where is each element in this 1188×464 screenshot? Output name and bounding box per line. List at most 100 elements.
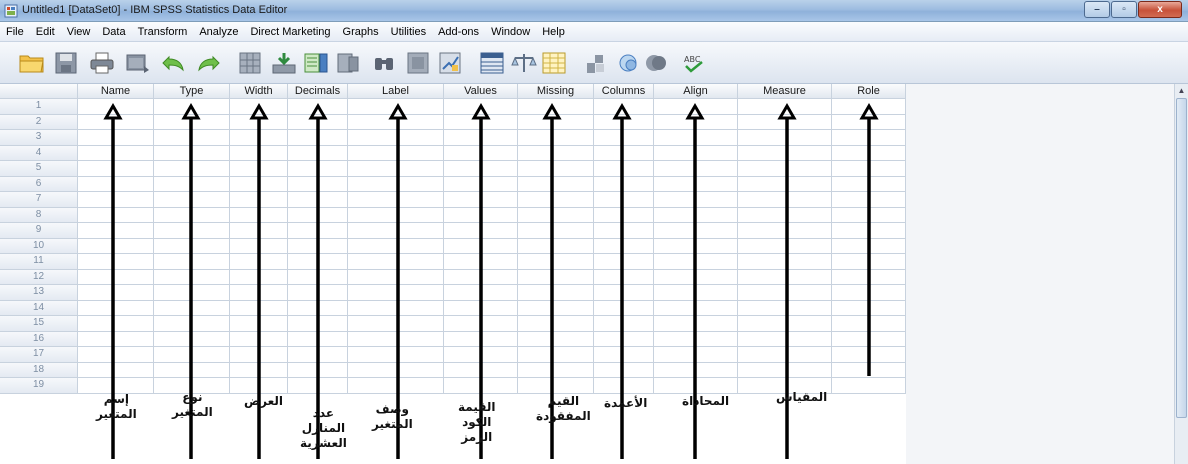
grid-cell[interactable] xyxy=(832,223,906,239)
grid-cell[interactable] xyxy=(654,316,738,332)
grid-cell[interactable] xyxy=(78,99,154,115)
grid-cell[interactable] xyxy=(230,316,288,332)
grid-cell[interactable] xyxy=(348,331,444,347)
grid-cell[interactable] xyxy=(832,161,906,177)
grid-cell[interactable] xyxy=(738,285,832,301)
grid-cell[interactable] xyxy=(738,269,832,285)
grid-cell[interactable] xyxy=(288,145,348,161)
grid-cell[interactable] xyxy=(594,223,654,239)
grid-cell[interactable] xyxy=(444,192,518,208)
grid-cell[interactable] xyxy=(230,207,288,223)
grid-cell[interactable] xyxy=(348,316,444,332)
grid-cell[interactable] xyxy=(288,300,348,316)
grid-cell[interactable] xyxy=(230,114,288,130)
grid-cell[interactable] xyxy=(348,254,444,270)
grid-cell[interactable] xyxy=(518,254,594,270)
grid-cell[interactable] xyxy=(654,300,738,316)
grid-cell[interactable] xyxy=(832,331,906,347)
column-header-align[interactable]: Align xyxy=(654,84,738,99)
grid-cell[interactable] xyxy=(594,161,654,177)
grid-cell[interactable] xyxy=(230,99,288,115)
grid-cell[interactable] xyxy=(654,362,738,378)
row-header[interactable]: 6 xyxy=(0,176,78,192)
grid-cell[interactable] xyxy=(288,362,348,378)
vertical-scrollbar[interactable]: ▲ xyxy=(1174,84,1188,464)
save-icon[interactable] xyxy=(52,49,80,77)
find-icon[interactable] xyxy=(370,49,398,77)
row-header[interactable]: 9 xyxy=(0,223,78,239)
grid-cell[interactable] xyxy=(348,207,444,223)
grid-cell[interactable] xyxy=(444,238,518,254)
grid-cell[interactable] xyxy=(348,176,444,192)
grid-cell[interactable] xyxy=(348,378,444,394)
grid-cell[interactable] xyxy=(518,269,594,285)
grid-cell[interactable] xyxy=(738,347,832,363)
grid-cell[interactable] xyxy=(594,145,654,161)
menu-graphs[interactable]: Graphs xyxy=(337,22,385,42)
grid-cell[interactable] xyxy=(444,269,518,285)
grid-cell[interactable] xyxy=(518,130,594,146)
split-file-icon[interactable] xyxy=(478,49,506,77)
grid-cell[interactable] xyxy=(654,331,738,347)
row-header[interactable]: 1 xyxy=(0,99,78,115)
grid-cell[interactable] xyxy=(832,362,906,378)
grid-cell[interactable] xyxy=(594,285,654,301)
grid-cell[interactable] xyxy=(518,145,594,161)
menu-transform[interactable]: Transform xyxy=(132,22,194,42)
grid-cell[interactable] xyxy=(348,192,444,208)
grid-cell[interactable] xyxy=(78,347,154,363)
grid-cell[interactable] xyxy=(78,176,154,192)
grid-cell[interactable] xyxy=(154,362,230,378)
grid-cell[interactable] xyxy=(594,362,654,378)
grid-cell[interactable] xyxy=(154,269,230,285)
menu-utilities[interactable]: Utilities xyxy=(385,22,432,42)
menu-analyze[interactable]: Analyze xyxy=(193,22,244,42)
value-labels-icon[interactable] xyxy=(584,49,612,77)
grid-cell[interactable] xyxy=(518,114,594,130)
grid-cell[interactable] xyxy=(444,207,518,223)
grid-cell[interactable] xyxy=(832,285,906,301)
grid-cell[interactable] xyxy=(78,192,154,208)
row-header[interactable]: 15 xyxy=(0,316,78,332)
grid-cell[interactable] xyxy=(78,362,154,378)
variables-icon[interactable] xyxy=(302,49,330,77)
grid-cell[interactable] xyxy=(654,130,738,146)
menu-help[interactable]: Help xyxy=(536,22,571,42)
grid-cell[interactable] xyxy=(738,254,832,270)
grid-cell[interactable] xyxy=(154,285,230,301)
grid-cell[interactable] xyxy=(518,99,594,115)
grid-cell[interactable] xyxy=(444,347,518,363)
grid-cell[interactable] xyxy=(230,145,288,161)
grid-cell[interactable] xyxy=(78,207,154,223)
grid-cell[interactable] xyxy=(348,285,444,301)
grid-cell[interactable] xyxy=(832,300,906,316)
row-header[interactable]: 11 xyxy=(0,254,78,270)
grid-cell[interactable] xyxy=(230,300,288,316)
grid-cell[interactable] xyxy=(654,145,738,161)
row-header[interactable]: 10 xyxy=(0,238,78,254)
grid-cell[interactable] xyxy=(594,378,654,394)
row-header[interactable]: 7 xyxy=(0,192,78,208)
column-header-decimals[interactable]: Decimals xyxy=(288,84,348,99)
grid-cell[interactable] xyxy=(518,347,594,363)
grid-cell[interactable] xyxy=(654,192,738,208)
grid-cell[interactable] xyxy=(654,347,738,363)
grid-cell[interactable] xyxy=(832,378,906,394)
grid-cell[interactable] xyxy=(832,114,906,130)
grid-cell[interactable] xyxy=(78,161,154,177)
grid-cell[interactable] xyxy=(348,300,444,316)
grid-cell[interactable] xyxy=(832,192,906,208)
weight-cases-icon[interactable] xyxy=(510,49,538,77)
select-cases-icon[interactable] xyxy=(540,49,568,77)
grid-cell[interactable] xyxy=(154,99,230,115)
grid-cell[interactable] xyxy=(654,207,738,223)
grid-cell[interactable] xyxy=(230,223,288,239)
grid-cell[interactable] xyxy=(654,161,738,177)
grid-cell[interactable] xyxy=(230,176,288,192)
column-header-role[interactable]: Role xyxy=(832,84,906,99)
row-header[interactable]: 14 xyxy=(0,300,78,316)
scrollbar-thumb[interactable] xyxy=(1176,98,1187,418)
menu-direct-marketing[interactable]: Direct Marketing xyxy=(244,22,336,42)
spell-check-icon[interactable]: ABC xyxy=(680,49,708,77)
grid-cell[interactable] xyxy=(154,161,230,177)
